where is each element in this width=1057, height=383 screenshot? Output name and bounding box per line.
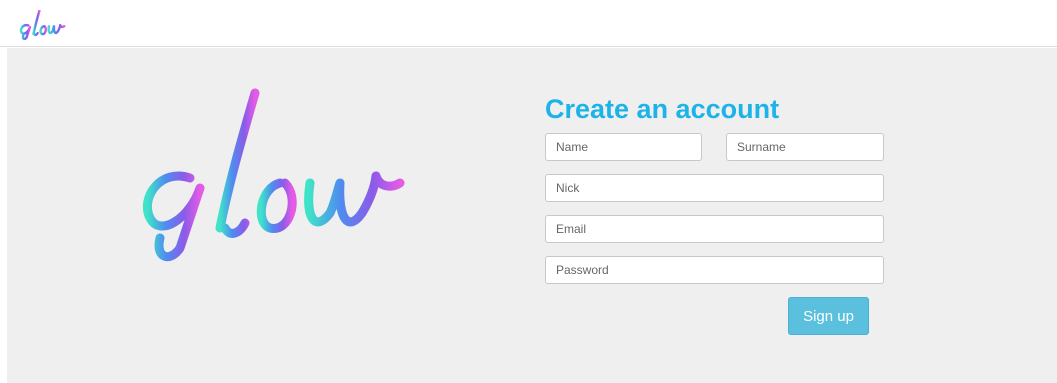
email-field[interactable]: [545, 215, 884, 243]
glow-logo-icon[interactable]: [14, 10, 70, 40]
password-field[interactable]: [545, 256, 884, 284]
name-field[interactable]: [545, 133, 702, 161]
signup-panel: Create an account Sign up: [7, 48, 1057, 383]
top-bar: [0, 0, 1057, 47]
surname-field[interactable]: [726, 133, 884, 161]
glow-logo-icon: [142, 88, 405, 262]
nick-field[interactable]: [545, 174, 884, 202]
page-title: Create an account: [545, 94, 780, 124]
sign-up-button[interactable]: Sign up: [788, 297, 869, 335]
